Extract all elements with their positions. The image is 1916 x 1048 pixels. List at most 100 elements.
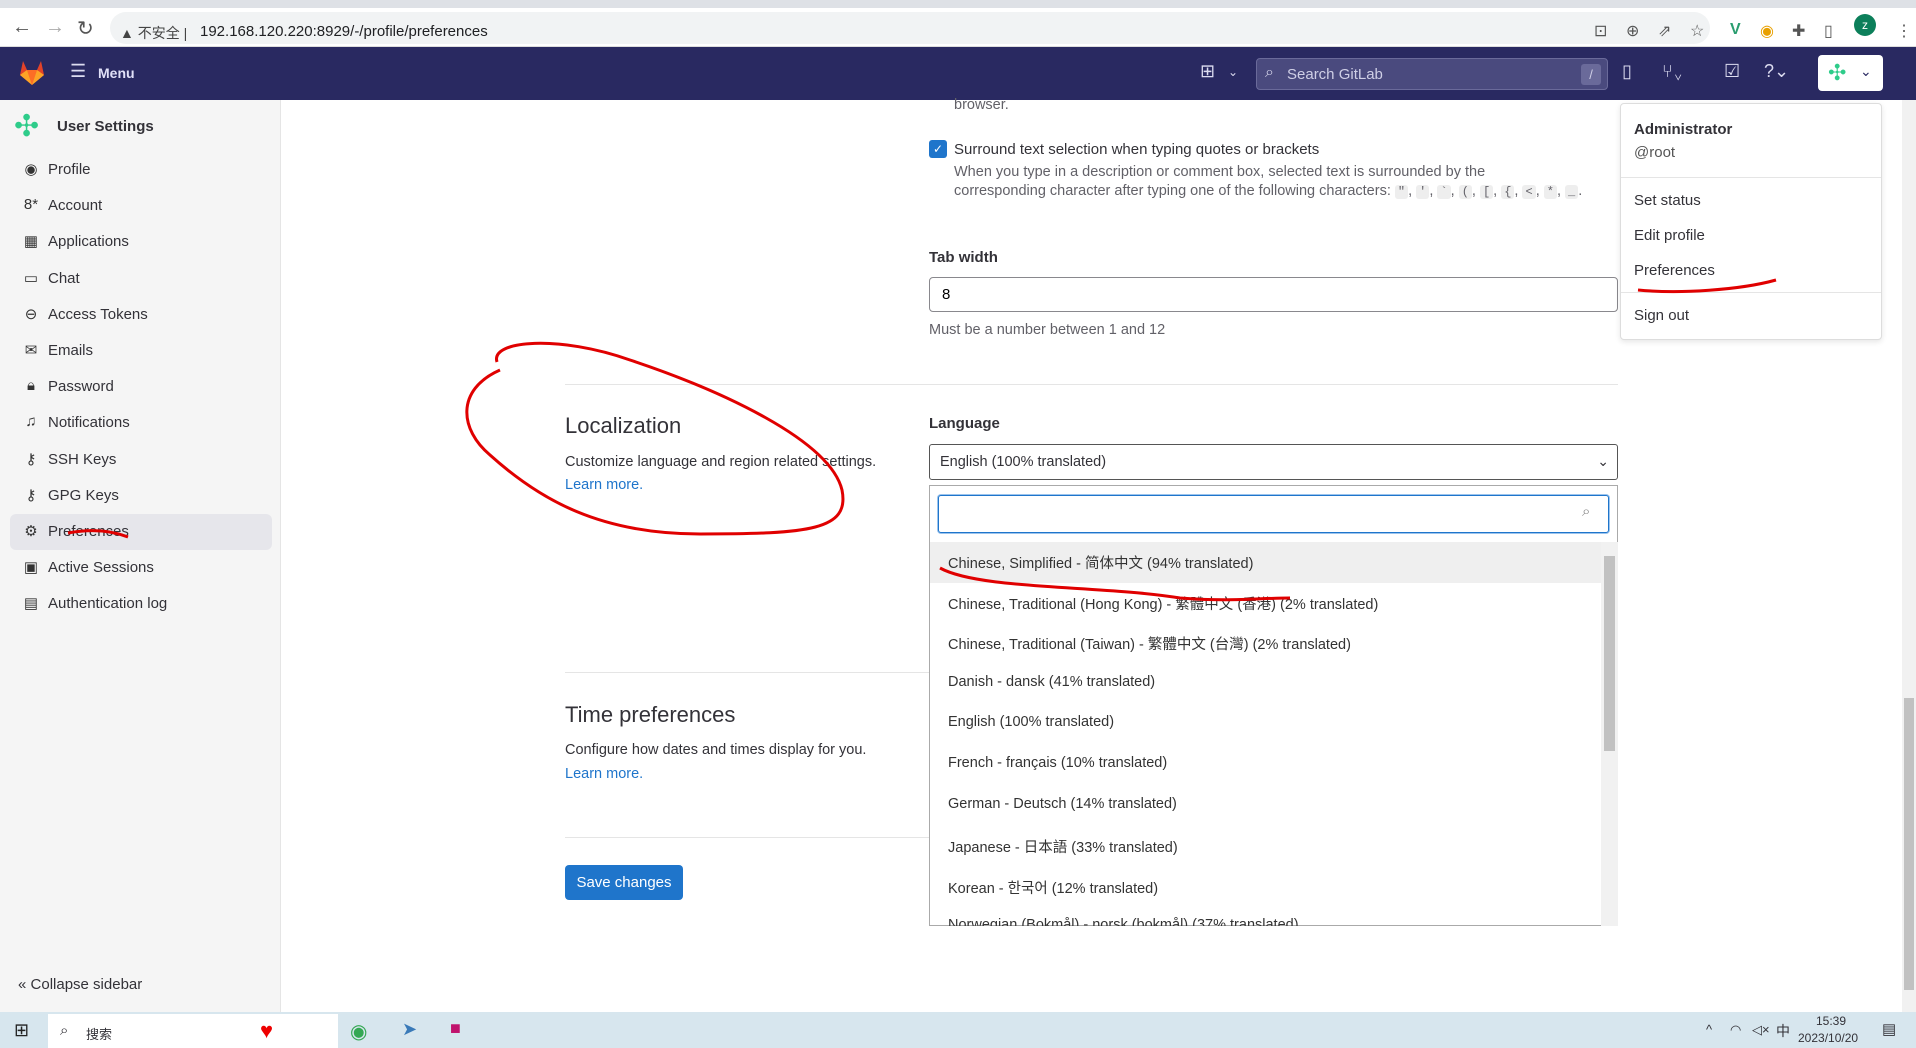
user-handle: @root [1634, 144, 1676, 161]
chrome-taskbar-icon[interactable]: ◉ [350, 1019, 367, 1044]
network-icon[interactable]: ◠ [1730, 1022, 1741, 1038]
sidebar-item-label: Applications [48, 233, 129, 251]
character-code: [ [1479, 185, 1494, 199]
tray-chevron-icon[interactable]: ^ [1706, 1022, 1712, 1037]
character-code: * [1543, 185, 1557, 199]
language-select[interactable]: English (100% translated) ⌄ [929, 444, 1618, 480]
save-changes-button[interactable]: Save changes [565, 865, 683, 900]
localization-learn-more-link[interactable]: Learn more. [565, 477, 643, 493]
user-avatar-button[interactable]: ✣ ⌄ [1818, 55, 1883, 91]
collapse-sidebar-button[interactable]: « Collapse sidebar [18, 976, 142, 993]
time-preferences-title: Time preferences [565, 702, 736, 727]
jetbrains-taskbar-icon[interactable]: ■ [450, 1018, 461, 1039]
scrollbar-thumb[interactable] [1904, 698, 1914, 990]
surround-help: When you type in a description or commen… [954, 164, 1583, 199]
sidebar-item-notifications[interactable]: ♫ Notifications [10, 405, 272, 441]
ime-indicator[interactable]: 中 [1776, 1021, 1790, 1041]
windows-start-icon[interactable]: ⊞ [14, 1020, 29, 1041]
back-icon[interactable]: ← [12, 16, 32, 39]
clock-time[interactable]: 15:39 [1816, 1014, 1846, 1028]
language-label: Language [929, 415, 1000, 432]
sidebar-item-ssh-keys[interactable]: ⚷ SSH Keys [10, 442, 272, 478]
sidebar-item-password[interactable]: 🔒︎ Password [10, 369, 272, 405]
language-search-input[interactable] [938, 495, 1609, 533]
page-scrollbar[interactable] [1902, 100, 1916, 1012]
preferences-menu-item[interactable]: Preferences [1634, 262, 1715, 279]
side-panel-icon[interactable]: ▯ [1824, 21, 1833, 41]
sidebar-title: User Settings [57, 118, 154, 135]
lock-icon: 🔒︎ [27, 377, 35, 395]
language-option[interactable]: Norwegian (Bokmål) - norsk (bokmål) (37%… [930, 907, 1601, 926]
character-code: { [1501, 185, 1515, 199]
sidebar-item-label: Preferences [48, 523, 129, 540]
bell-icon: ♫ [25, 413, 37, 431]
character-code: < [1522, 185, 1536, 199]
language-option[interactable]: French - français (10% translated) [930, 745, 1601, 786]
dropdown-scrollbar[interactable] [1601, 542, 1618, 926]
profile-avatar[interactable]: z [1854, 14, 1876, 36]
hamburger-icon[interactable]: ☰ [70, 61, 86, 82]
chevron-down-icon[interactable]: ⌄ [1228, 65, 1238, 79]
sidebar-item-account[interactable]: 8* Account [10, 188, 272, 224]
set-status-menu-item[interactable]: Set status [1634, 192, 1701, 209]
menu-button[interactable]: Menu [98, 65, 135, 81]
sidebar-item-authentication-log[interactable]: ▤ Authentication log [10, 586, 272, 622]
edit-profile-menu-item[interactable]: Edit profile [1634, 227, 1705, 244]
sidebar-item-access-tokens[interactable]: ⊖ Access Tokens [10, 297, 272, 333]
new-item-icon[interactable]: ⊞ [1200, 61, 1215, 82]
sidebar-item-active-sessions[interactable]: ▣ Active Sessions [10, 550, 272, 586]
help-icon[interactable]: ?⌄ [1764, 61, 1789, 82]
translate-icon[interactable]: ⊡ [1594, 21, 1607, 41]
reload-icon[interactable]: ↻ [77, 16, 94, 41]
character-code: ' [1416, 185, 1430, 199]
language-option[interactable]: Chinese, Simplified - 简体中文 (94% translat… [930, 542, 1601, 583]
time-preferences-description: Configure how dates and times display fo… [565, 742, 867, 758]
sidebar-item-label: Account [48, 197, 103, 215]
browser-tab-strip [0, 0, 1916, 8]
token-icon: ⊖ [24, 305, 38, 323]
clock-date[interactable]: 2023/10/20 [1798, 1031, 1858, 1045]
volume-icon[interactable]: ◁× [1752, 1022, 1770, 1038]
sidebar-item-preferences[interactable]: ⚙ Preferences [10, 514, 272, 550]
url-text[interactable]: 192.168.120.220:8929/-/profile/preferenc… [200, 23, 488, 40]
surround-checkbox[interactable]: ✓ [929, 140, 947, 158]
forward-icon[interactable]: → [45, 16, 65, 39]
gitlab-logo[interactable] [18, 59, 46, 87]
issues-icon[interactable]: ▯ [1622, 61, 1632, 82]
time-learn-more-link[interactable]: Learn more. [565, 766, 643, 782]
todos-icon[interactable]: ☑ [1724, 61, 1740, 82]
notifications-icon[interactable]: ▤ [1882, 1020, 1896, 1038]
taskbar-search[interactable]: ⌕ 搜索 ♥ [48, 1014, 338, 1048]
language-option[interactable]: Korean - 한국어 (12% translated) [930, 867, 1601, 908]
chevron-down-icon: ⌄ [1597, 453, 1609, 469]
search-icon: ⌕ [60, 1022, 69, 1039]
search-icon: ⌕ [1265, 64, 1274, 81]
more-icon[interactable]: ⋮ [1896, 21, 1912, 41]
scrollbar-thumb[interactable] [1604, 556, 1615, 751]
sidebar-item-emails[interactable]: ✉ Emails [10, 333, 272, 369]
bookmark-star-icon[interactable]: ☆ [1690, 21, 1704, 41]
extensions-icon[interactable]: ✚ [1792, 21, 1805, 41]
sign-out-menu-item[interactable]: Sign out [1634, 307, 1689, 324]
sidebar-item-chat[interactable]: ▭ Chat [10, 261, 272, 297]
language-option[interactable]: Japanese - 日本語 (33% translated) [930, 826, 1601, 867]
app-taskbar-icon[interactable]: ➤ [402, 1019, 417, 1040]
search-input[interactable]: ⌕ Search GitLab / [1256, 58, 1608, 90]
merge-requests-icon[interactable]: ⑂⌄ [1662, 61, 1684, 82]
tab-width-input[interactable] [929, 277, 1618, 312]
chrome-extension-icon[interactable]: ◉ [1760, 21, 1774, 41]
language-option[interactable]: Danish - dansk (41% translated) [930, 664, 1601, 705]
language-option[interactable]: German - Deutsch (14% translated) [930, 786, 1601, 827]
language-option[interactable]: English (100% translated) [930, 704, 1601, 745]
sidebar-item-profile[interactable]: ◉ Profile [10, 152, 272, 188]
sidebar-item-applications[interactable]: ▦ Applications [10, 224, 272, 260]
insecure-badge[interactable]: ▲ 不安全 | [120, 23, 187, 43]
double-chevron-left-icon: « [18, 976, 31, 993]
vue-extension-icon[interactable]: V [1730, 21, 1741, 39]
share-icon[interactable]: ⇗ [1658, 21, 1671, 41]
character-code: ` [1437, 185, 1451, 199]
sidebar-item-gpg-keys[interactable]: ⚷ GPG Keys [10, 478, 272, 514]
language-option[interactable]: Chinese, Traditional (Taiwan) - 繁體中文 (台灣… [930, 623, 1601, 664]
language-option[interactable]: Chinese, Traditional (Hong Kong) - 繁體中文 … [930, 583, 1601, 624]
zoom-icon[interactable]: ⊕ [1626, 21, 1639, 41]
